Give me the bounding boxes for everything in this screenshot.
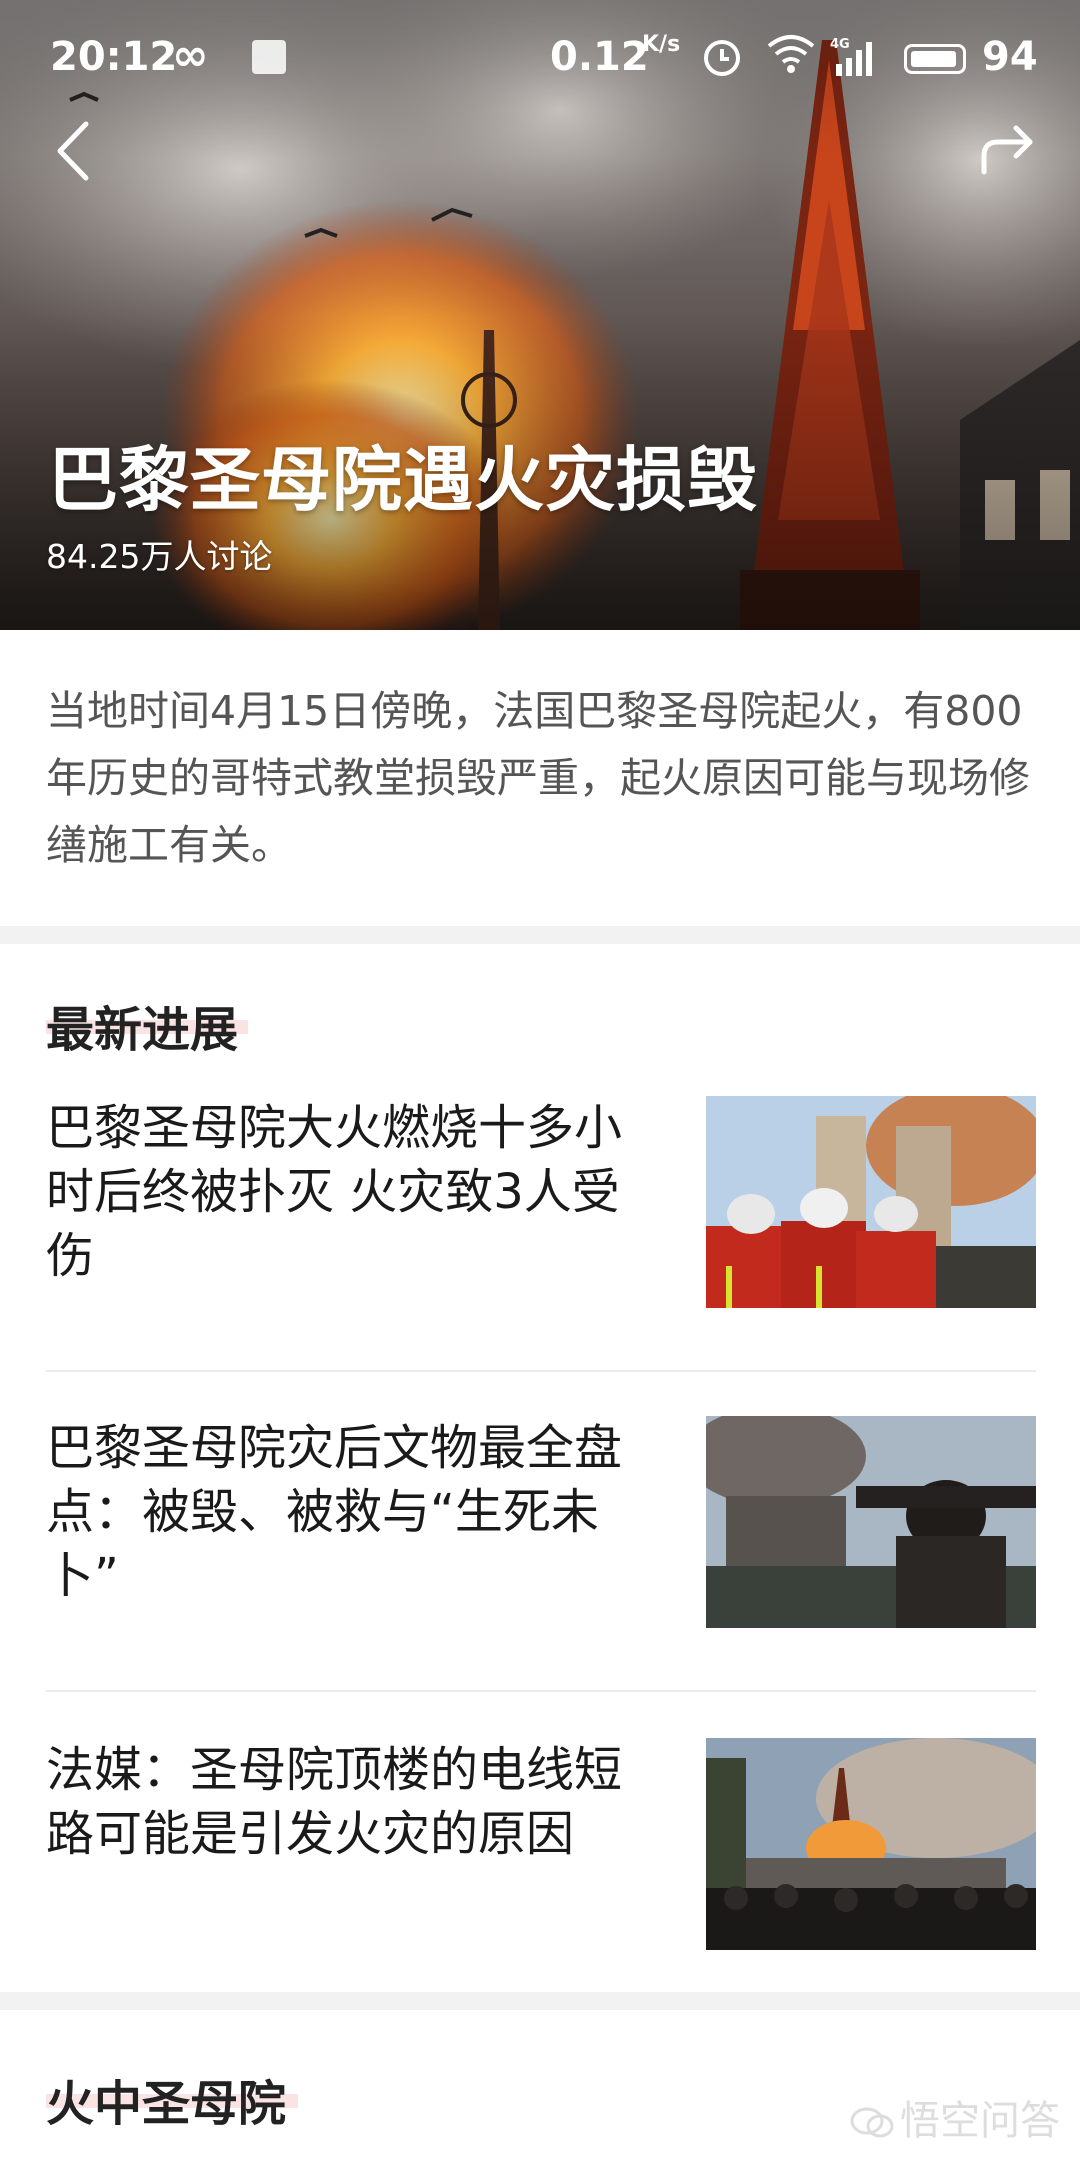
alarm-icon	[704, 40, 740, 76]
fire-section-heading: 火中圣母院	[46, 2076, 287, 2132]
chat-bubble-icon	[850, 2107, 894, 2138]
watermark-text: 悟空问答	[900, 2098, 1060, 2144]
share-button[interactable]	[974, 116, 1040, 182]
radio-icon	[252, 40, 286, 74]
topic-title: 巴黎圣母院遇火灾损毁	[48, 439, 758, 521]
section-divider	[0, 926, 1080, 944]
status-time: 20:12	[50, 34, 178, 80]
chevron-left-icon	[57, 121, 89, 181]
battery-percent: 94	[982, 34, 1038, 80]
news-title[interactable]: 巴黎圣母院大火燃烧十多小时后终被扑灭 火灾致3人受伤	[46, 1096, 666, 1288]
wifi-icon	[767, 35, 815, 73]
network-speed: 0.12	[550, 34, 649, 80]
battery-level-fill	[911, 51, 957, 67]
news-title[interactable]: 法媒：圣母院顶楼的电线短路可能是引发火灾的原因	[46, 1738, 666, 1866]
list-divider	[46, 1370, 1036, 1372]
news-thumbnail-onlooker[interactable]	[706, 1416, 1036, 1628]
network-speed-unit: K/s	[642, 32, 681, 57]
news-title[interactable]: 巴黎圣母院灾后文物最全盘点：被毁、被救与“生死未卜”	[46, 1416, 666, 1608]
topic-hero: 20:12 ∞ 0.12 K/s 4G 94 巴黎圣母院遇火灾损毁 84.25万…	[0, 0, 1080, 630]
news-thumbnail-firefighters[interactable]	[706, 1096, 1036, 1308]
watermark: 悟空问答	[850, 2088, 1060, 2146]
share-arrow-icon	[981, 125, 1033, 175]
cell-signal-icon: 4G	[830, 37, 872, 76]
latest-progress-heading: 最新进展	[46, 1002, 239, 1058]
status-bar: 20:12 ∞ 0.12 K/s 4G 94	[0, 0, 1080, 110]
news-thumbnail-crowd[interactable]	[706, 1738, 1036, 1950]
back-button[interactable]	[48, 118, 98, 184]
loop-icon: ∞	[172, 30, 209, 81]
discussion-count: 84.25万人讨论	[46, 537, 273, 576]
battery-icon	[904, 44, 966, 74]
topic-summary: 当地时间4月15日傍晚，法国巴黎圣母院起火，有800年历史的哥特式教堂损毁严重，…	[0, 630, 1080, 926]
list-divider	[46, 1690, 1036, 1692]
section-divider	[0, 1992, 1080, 2010]
network-type-label: 4G	[830, 37, 850, 52]
